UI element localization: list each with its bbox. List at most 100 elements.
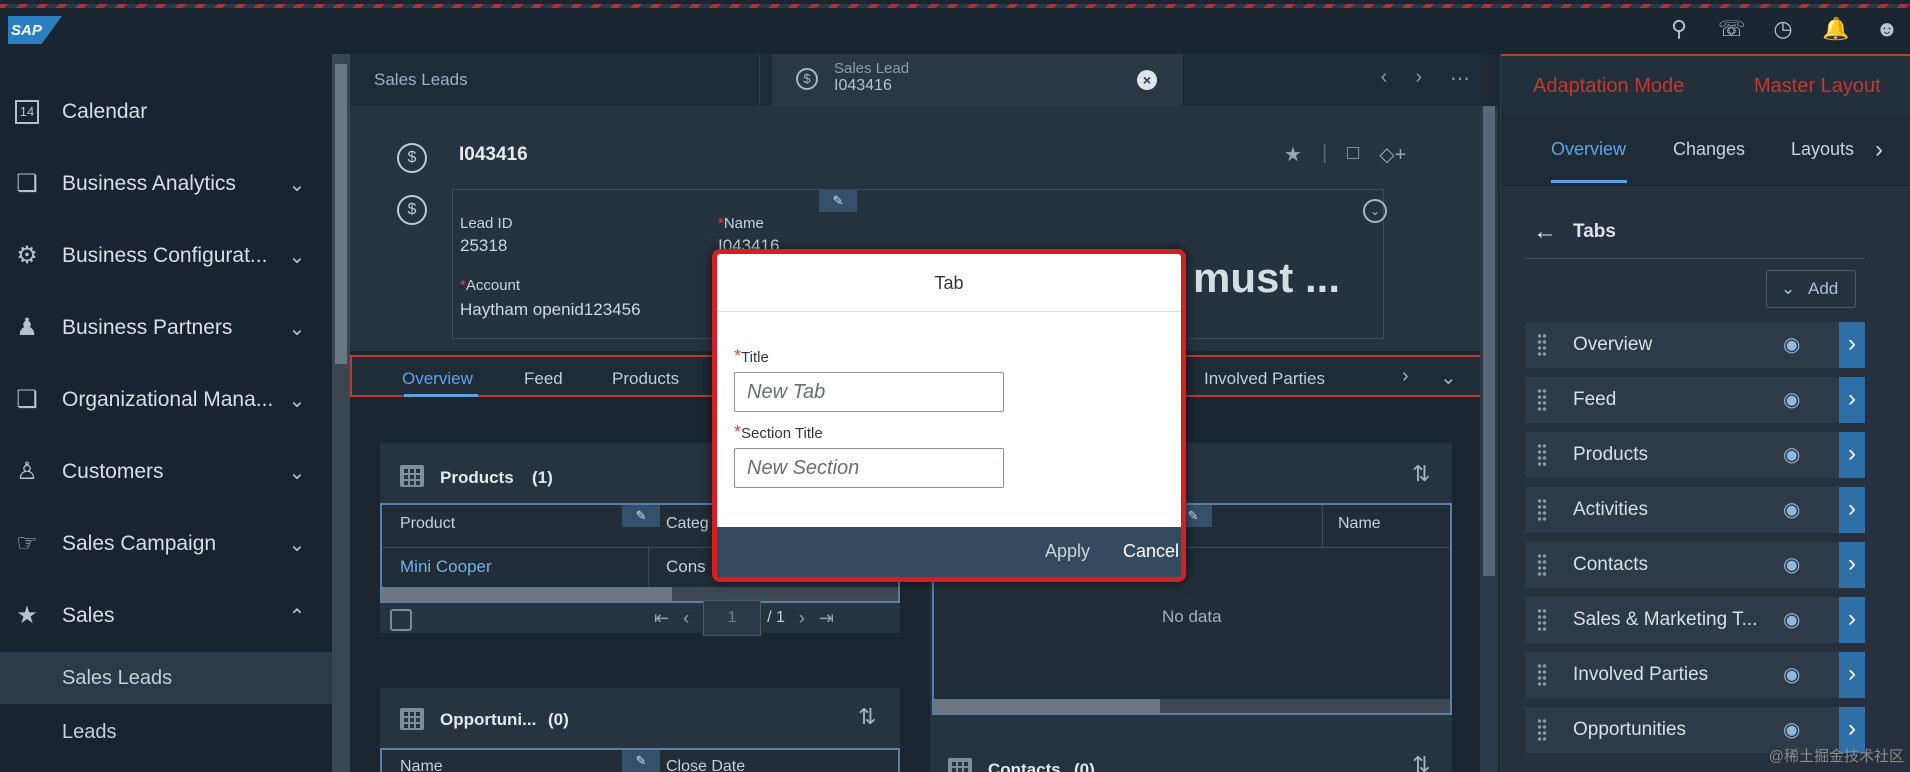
bell-icon[interactable]: 🔔: [1822, 16, 1849, 42]
chevron-down-icon[interactable]: ⌄: [282, 532, 312, 557]
collapse-header-icon[interactable]: ⌄: [1363, 199, 1387, 223]
eye-icon[interactable]: ◉: [1783, 607, 1800, 632]
chevron-right-icon[interactable]: ›: [1839, 542, 1865, 588]
scrollbar-thumb[interactable]: [335, 64, 347, 364]
list-item[interactable]: Activities ◉ ›: [1525, 487, 1865, 533]
column-header-name[interactable]: Name: [400, 758, 443, 772]
overflow-icon[interactable]: ⋯: [1450, 66, 1470, 91]
section-title-input[interactable]: New Section: [734, 448, 1004, 488]
history-icon[interactable]: ◷: [1770, 16, 1796, 42]
chevron-down-icon[interactable]: ⌄: [282, 388, 312, 413]
user-icon[interactable]: ☻: [1874, 16, 1900, 42]
cancel-button[interactable]: Cancel: [1123, 541, 1179, 562]
chevron-right-icon[interactable]: ›: [1839, 652, 1865, 698]
search-icon[interactable]: ⚲: [1666, 16, 1692, 42]
chevron-down-icon[interactable]: ⌄: [1440, 365, 1457, 390]
chevron-right-icon[interactable]: ›: [1839, 597, 1865, 643]
chevron-right-icon[interactable]: ›: [1839, 322, 1865, 368]
tab-feed[interactable]: Feed: [524, 369, 563, 389]
eye-icon[interactable]: ◉: [1783, 717, 1800, 742]
sidebar-scrollbar[interactable]: [332, 54, 350, 772]
prev-page-icon[interactable]: ‹: [683, 608, 689, 629]
horizontal-scrollbar[interactable]: [934, 699, 1450, 713]
first-page-icon[interactable]: ⇤: [654, 608, 669, 629]
tag-add-icon[interactable]: ◇+: [1379, 142, 1406, 167]
select-all-checkbox[interactable]: [390, 609, 412, 631]
page-input[interactable]: 1: [703, 600, 762, 636]
scrollbar-thumb[interactable]: [934, 699, 1160, 713]
next-page-icon[interactable]: ›: [799, 608, 805, 629]
chevron-right-icon[interactable]: ›: [1402, 365, 1409, 388]
list-item[interactable]: Overview ◉ ›: [1525, 322, 1865, 368]
tab-products[interactable]: Products: [612, 369, 679, 389]
tab-overview[interactable]: Overview: [1551, 139, 1626, 160]
list-item[interactable]: Feed ◉ ›: [1525, 377, 1865, 423]
tab-involved-parties[interactable]: Involved Parties: [1204, 369, 1325, 389]
column-header-category[interactable]: Categ: [666, 515, 709, 533]
edit-icon[interactable]: ✎: [622, 505, 660, 527]
list-item[interactable]: Products ◉ ›: [1525, 432, 1865, 478]
chevron-right-icon[interactable]: ›: [1415, 66, 1422, 91]
chevron-up-icon[interactable]: ⌃: [282, 604, 312, 629]
horizontal-scrollbar[interactable]: [382, 587, 898, 601]
drag-handle-icon[interactable]: [1537, 333, 1547, 357]
chevron-right-icon[interactable]: ›: [1839, 377, 1865, 423]
star-icon[interactable]: ★: [1284, 142, 1302, 167]
tab-sales-lead-detail[interactable]: $ Sales Lead I043416 ×: [772, 54, 1182, 106]
chevron-right-icon[interactable]: ›: [1875, 136, 1883, 164]
account-value[interactable]: Haytham openid123456: [460, 300, 641, 320]
drag-handle-icon[interactable]: [1537, 388, 1547, 412]
edit-icon[interactable]: ✎: [622, 750, 660, 772]
drag-handle-icon[interactable]: [1537, 608, 1547, 632]
eye-icon[interactable]: ◉: [1783, 387, 1800, 412]
chat-icon[interactable]: ☏: [1718, 16, 1746, 42]
drag-handle-icon[interactable]: [1537, 718, 1547, 742]
tab-sales-leads[interactable]: Sales Leads: [350, 54, 760, 106]
chevron-down-icon[interactable]: ⌄: [282, 316, 312, 341]
apply-button[interactable]: Apply: [1045, 541, 1090, 562]
sidebar-subitem-leads[interactable]: Leads: [0, 706, 332, 758]
sidebar-item-business-partners[interactable]: ♟ Business Partners ⌄: [0, 292, 332, 364]
column-header-product[interactable]: Product: [400, 515, 455, 533]
close-icon[interactable]: ×: [1137, 70, 1157, 90]
eye-icon[interactable]: ◉: [1783, 552, 1800, 577]
tab-layouts[interactable]: Layouts: [1791, 139, 1854, 160]
sidebar-item-organizational-management[interactable]: ❏ Organizational Mana... ⌄: [0, 364, 332, 436]
drag-handle-icon[interactable]: [1537, 443, 1547, 467]
list-item[interactable]: Involved Parties ◉ ›: [1525, 652, 1865, 698]
last-page-icon[interactable]: ⇥: [819, 608, 834, 629]
add-button[interactable]: ⌄ Add: [1766, 270, 1856, 308]
sidebar-item-calendar[interactable]: 14 Calendar: [0, 76, 332, 148]
sidebar-item-customers[interactable]: ♙ Customers ⌄: [0, 436, 332, 508]
scrollbar-thumb[interactable]: [1483, 106, 1495, 576]
drag-handle-icon[interactable]: [1537, 553, 1547, 577]
master-layout-title[interactable]: Master Layout: [1754, 75, 1881, 98]
edit-icon[interactable]: ✎: [819, 190, 857, 212]
list-item[interactable]: Contacts ◉ ›: [1525, 542, 1865, 588]
chevron-down-icon[interactable]: ⌄: [282, 172, 312, 197]
eye-icon[interactable]: ◉: [1783, 497, 1800, 522]
tab-changes[interactable]: Changes: [1673, 139, 1745, 160]
eye-icon[interactable]: ◉: [1783, 662, 1800, 687]
sort-icon[interactable]: ⇅: [1412, 752, 1430, 772]
eye-icon[interactable]: ◉: [1783, 332, 1800, 357]
column-header-close-date[interactable]: Close Date: [666, 758, 745, 772]
chevron-right-icon[interactable]: ›: [1839, 487, 1865, 533]
chevron-left-icon[interactable]: ‹: [1381, 66, 1388, 91]
drag-handle-icon[interactable]: [1537, 498, 1547, 522]
tab-overview[interactable]: Overview: [402, 369, 473, 389]
chevron-right-icon[interactable]: ›: [1839, 432, 1865, 478]
sidebar-item-business-analytics[interactable]: ❏ Business Analytics ⌄: [0, 148, 332, 220]
sap-logo[interactable]: SAP: [8, 16, 62, 44]
chevron-down-icon[interactable]: ⌄: [282, 460, 312, 485]
scrollbar-thumb[interactable]: [382, 587, 672, 601]
list-item[interactable]: Sales & Marketing T... ◉ ›: [1525, 597, 1865, 643]
sidebar-subitem-sales-leads[interactable]: Sales Leads: [0, 652, 332, 704]
comment-icon[interactable]: □: [1347, 142, 1359, 167]
column-header-name[interactable]: Name: [1338, 515, 1381, 533]
eye-icon[interactable]: ◉: [1783, 442, 1800, 467]
sidebar-item-sales[interactable]: ★ Sales ⌃: [0, 580, 332, 652]
drag-handle-icon[interactable]: [1537, 663, 1547, 687]
chevron-down-icon[interactable]: ⌄: [282, 244, 312, 269]
product-link[interactable]: Mini Cooper: [400, 557, 492, 577]
